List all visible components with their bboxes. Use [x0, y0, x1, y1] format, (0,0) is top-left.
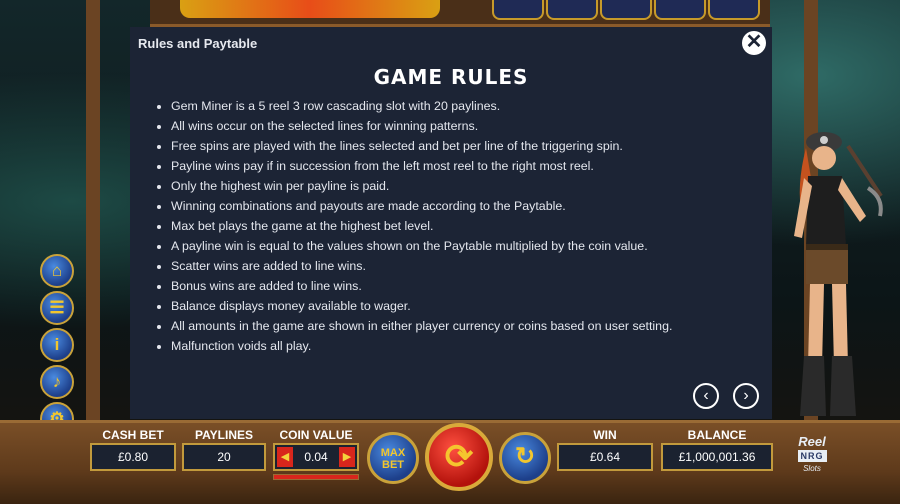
next-page-button[interactable]: › — [733, 383, 759, 409]
coin-increase-button[interactable]: ▶ — [339, 447, 355, 467]
win-value: £0.64 — [557, 443, 653, 471]
rule-item: All wins occur on the selected lines for… — [171, 116, 672, 136]
rule-item: Winning combinations and payouts are mad… — [171, 196, 672, 216]
spin-button[interactable]: ⟳ — [425, 423, 493, 491]
rule-item: Gem Miner is a 5 reel 3 row cascading sl… — [171, 96, 672, 116]
rules-dialog: Rules and Paytable ✕ GAME RULES Gem Mine… — [130, 27, 772, 419]
autoplay-button[interactable]: ↻ — [499, 432, 551, 484]
info-button[interactable]: i — [40, 328, 74, 362]
rules-list: Gem Miner is a 5 reel 3 row cascading sl… — [154, 96, 672, 356]
balance-value: £1,000,001.36 — [661, 443, 773, 471]
cash-bet-label: CASH BET — [102, 428, 164, 442]
home-icon: ⌂ — [51, 261, 63, 280]
coin-level-bar — [273, 474, 359, 480]
rule-item: Scatter wins are added to line wins. — [171, 256, 672, 276]
max-bet-line1: MAX — [380, 447, 406, 459]
brand-line1: Reel — [798, 434, 826, 449]
miner-character — [794, 132, 883, 416]
dialog-title: Rules and Paytable — [138, 36, 258, 51]
brand-logo: Reel NRG Slots — [790, 434, 834, 475]
rule-item: Free spins are played with the lines sel… — [171, 136, 672, 156]
top-button-3[interactable] — [600, 0, 652, 20]
max-bet-line2: BET — [382, 459, 404, 471]
top-button-4[interactable] — [654, 0, 706, 20]
sound-button[interactable]: ♪ — [40, 365, 74, 399]
win-label: WIN — [593, 428, 617, 442]
rule-item: Only the highest win per payline is paid… — [171, 176, 672, 196]
rule-item: Malfunction voids all play. — [171, 336, 672, 356]
rule-item: Balance displays money available to wage… — [171, 296, 672, 316]
rule-item: Bonus wins are added to line wins. — [171, 276, 672, 296]
coin-decrease-button[interactable]: ◀ — [277, 447, 293, 467]
sound-muted-icon: ♪ — [52, 372, 62, 391]
brand-line2: NRG — [797, 450, 827, 462]
autoplay-icon: ↻ — [514, 443, 536, 470]
coin-level-fill — [274, 475, 358, 479]
home-button[interactable]: ⌂ — [40, 254, 74, 288]
balance-label: BALANCE — [687, 428, 747, 442]
cash-bet-value: £0.80 — [90, 443, 176, 471]
rules-heading: GAME RULES — [373, 65, 529, 89]
coin-value-label: COIN VALUE — [279, 428, 353, 442]
paylines-value: 20 — [182, 443, 266, 471]
rule-item: All amounts in the game are shown in eit… — [171, 316, 672, 336]
brand-line3: Slots — [803, 464, 821, 473]
arrow-right-icon: ▶ — [342, 451, 352, 463]
chevron-right-icon: › — [743, 387, 749, 404]
top-button-2[interactable] — [546, 0, 598, 20]
close-icon: ✕ — [745, 31, 763, 53]
max-bet-button[interactable]: MAX BET — [367, 432, 419, 484]
arrow-left-icon: ◀ — [280, 451, 290, 463]
rule-item: Max bet plays the game at the highest be… — [171, 216, 672, 236]
paylines-label: PAYLINES — [194, 428, 254, 442]
rule-item: Payline wins pay if in succession from t… — [171, 156, 672, 176]
spin-icon: ⟳ — [444, 438, 474, 476]
coin-value: 0.04 — [304, 450, 328, 464]
close-button[interactable]: ✕ — [742, 31, 766, 55]
top-button-5[interactable] — [708, 0, 760, 20]
game-logo — [180, 0, 440, 18]
chevron-left-icon: ‹ — [703, 387, 709, 404]
coin-value-stepper: ◀ 0.04 ▶ — [273, 443, 359, 471]
info-icon: i — [54, 335, 60, 354]
list-icon: ☰ — [49, 298, 65, 317]
paytable-button[interactable]: ☰ — [40, 291, 74, 325]
prev-page-button[interactable]: ‹ — [693, 383, 719, 409]
rule-item: A payline win is equal to the values sho… — [171, 236, 672, 256]
top-button-1[interactable] — [492, 0, 544, 20]
